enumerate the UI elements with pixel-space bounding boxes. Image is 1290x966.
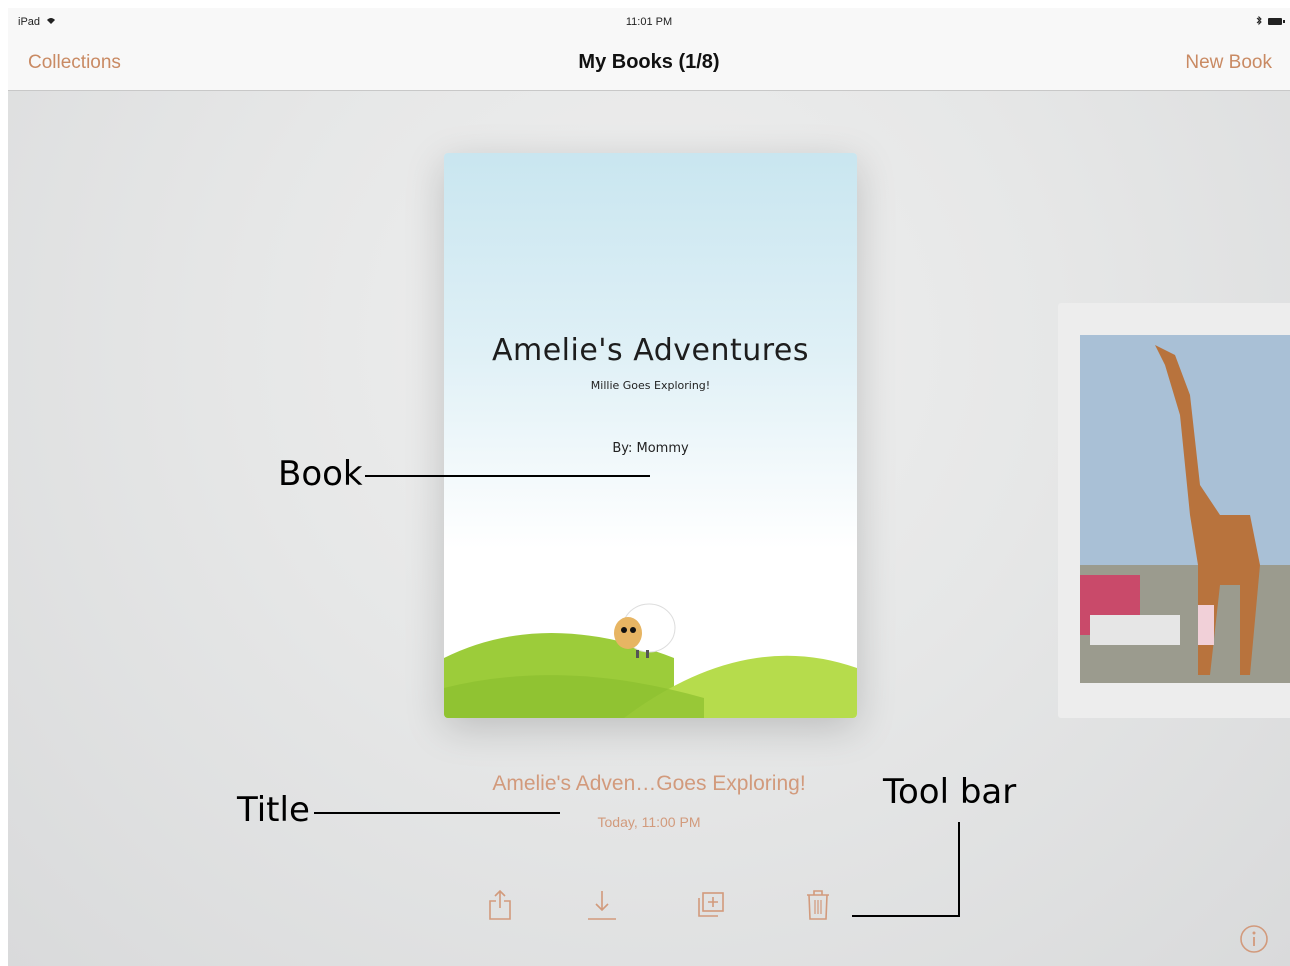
- next-book-cover[interactable]: [1058, 303, 1290, 718]
- cover-title: Amelie's Adventures: [491, 333, 810, 368]
- callout-toolbar-label: Tool bar: [883, 772, 1017, 812]
- status-time: 11:01 PM: [625, 16, 673, 28]
- status-bar: iPad 11:01 PM: [8, 8, 1290, 38]
- cover-subtitle: Millie Goes Exploring!: [590, 379, 711, 392]
- status-indicators: [1256, 16, 1285, 26]
- duplicate-icon: [698, 892, 724, 917]
- callout-toolbar-line-horizontal: [852, 915, 960, 917]
- callout-title-line: [314, 812, 560, 814]
- giraffe-photo: [1080, 335, 1290, 683]
- share-button[interactable]: [478, 883, 522, 927]
- book-title[interactable]: Amelie's Adven…Goes Exploring!: [8, 772, 1290, 796]
- trash-icon: [807, 890, 829, 920]
- callout-book-line: [365, 475, 650, 477]
- share-icon: [489, 889, 511, 920]
- book-modified-date: Today, 11:00 PM: [597, 814, 701, 830]
- delete-button[interactable]: [796, 883, 840, 927]
- callout-book-label: Book: [278, 454, 363, 494]
- info-button[interactable]: [1239, 924, 1269, 954]
- download-icon: [588, 891, 616, 920]
- screen: iPad 11:01 PM Collections My Books (1/8)…: [8, 8, 1290, 966]
- bluetooth-icon: [1256, 16, 1262, 26]
- hills-illustration: [444, 603, 857, 718]
- duplicate-button[interactable]: [689, 883, 733, 927]
- book-cover[interactable]: Amelie's Adventures Millie Goes Explorin…: [444, 153, 857, 718]
- toolbar: [478, 883, 838, 933]
- cover-author: By: Mommy: [612, 441, 689, 456]
- navigation-bar: Collections My Books (1/8) New Book: [8, 38, 1290, 91]
- info-icon: [1240, 925, 1268, 953]
- page-title: My Books (1/8): [578, 51, 720, 73]
- callout-toolbar-line-vertical: [958, 822, 960, 917]
- download-button[interactable]: [580, 883, 624, 927]
- battery-icon: [1268, 17, 1285, 25]
- new-book-button[interactable]: New Book: [1185, 52, 1272, 74]
- callout-title-label: Title: [237, 790, 310, 830]
